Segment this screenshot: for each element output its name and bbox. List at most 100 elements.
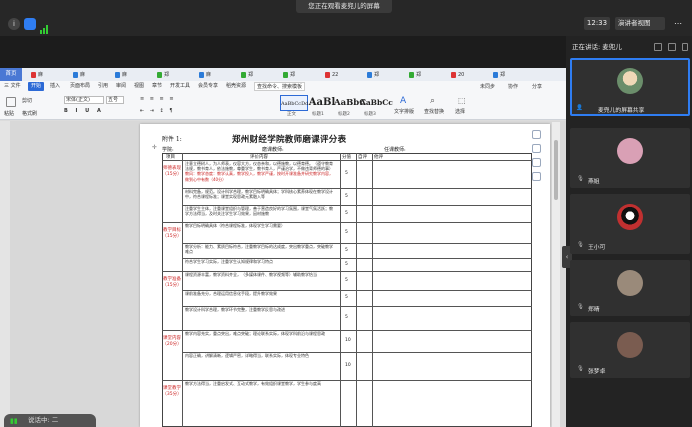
wps-doc-tab[interactable]: 郑 [492,70,532,80]
wps-home-tab[interactable]: 首页 [0,68,22,81]
wps-menu-item[interactable]: 页面布局 [70,82,90,91]
wps-doc-tab[interactable]: 郑 [282,70,322,80]
wps-doc-tab[interactable]: 郑 [240,70,280,80]
select-icon[interactable]: ⬚ [458,96,466,105]
collab-label[interactable]: 协作 [508,83,518,90]
paragraph-buttons[interactable]: ≡ ≡ ≡ ≡ [140,96,176,102]
table-row: 教学目标明确具体（符合课程标准，体现学生学习需要） [185,223,335,242]
layout-icon[interactable] [654,43,662,51]
align-buttons[interactable]: ⇤ ⇥ ↕ ¶ [140,108,175,114]
mic-icon: 🎙 [577,366,584,372]
doc-tab-icon [31,72,36,78]
wps-doc-tab[interactable]: 麻 [114,70,154,80]
doc-tab-icon [493,72,498,78]
wps-doc-tab[interactable]: 20 [450,70,490,80]
wps-menu-item[interactable]: 三 文件 [4,82,21,91]
speaking-mic-icon: ▮▮ [10,417,18,425]
wps-doc-tab[interactable]: 郑 [408,70,448,80]
annex-label: 附件 1: [162,136,182,143]
doc-tab-icon [409,72,414,78]
select-label[interactable]: 选择 [455,108,465,115]
doc-tab-label: 郑 [416,72,422,78]
wps-menu-item[interactable]: 引用 [98,82,108,91]
doc-tab-label: 郑 [248,72,254,78]
table-row: 教学设计科学合理，教学环节完整，注重教学反思与改进 [185,307,335,329]
header-self: 自评 [358,155,367,160]
wps-doc-tab[interactable]: 麻 [30,70,70,80]
header-other: 他评 [374,155,383,160]
style-heading3[interactable]: AaBbCc [360,95,393,111]
wps-menu-item[interactable]: 开始 [28,82,45,91]
wps-doc-tab[interactable]: 22 [324,70,364,80]
participant-name: 燕姐 [588,179,600,185]
info-icon[interactable]: i [8,18,20,30]
speaking-text: 说话中: 二 [28,416,59,424]
shield-icon[interactable] [24,18,36,30]
criteria-text: 教风：教学态度：教学认真，教学投入，教学严谨，按时开课准备并研究教学内容，做到心… [185,171,333,182]
style-h1-label: 标题1 [312,112,324,117]
participant-name: 王小可 [588,245,606,251]
scrollbar-thumb[interactable] [554,140,558,200]
wps-menu-item[interactable]: 查找命令、搜索模板 [254,82,306,91]
side-tool-icon[interactable] [532,158,541,167]
criteria-text: 教学设计科学合理，教学环节完整，注重教学反思与改进 [185,307,285,312]
format-painter-label[interactable]: 格式刷 [22,110,37,117]
style-heading1[interactable]: AaBl [308,95,336,111]
doc-tab-icon [283,72,288,78]
criteria-text: 课前准备充分，合理运用信息化手段，提升教学效果 [185,291,277,296]
left-ruler [0,121,10,427]
doc-tab-label: 郑 [500,72,506,78]
form-title: 郑州财经学院教师磨课评分表 [232,135,347,145]
side-tool-icon[interactable] [532,130,541,139]
meeting-window: i 您正在观看麦兜儿的屏幕 12:33 演讲者视图 ⋯ 首页 粘贴 剪切 格式刷… [0,0,692,427]
criteria-text: 教学方法得当，注重启发式、互动式教学，有效组织课堂教学，学生参与度高 [185,381,321,386]
project-label: 教学准备（15分） [162,277,182,288]
wps-menu-item[interactable]: 会员专享 [198,82,218,91]
criteria-text: 教学分析：能力、素质目标符合，注重教学目标的达成度，突出教学重点，突破教学难点 [185,244,333,255]
share-label[interactable]: 分享 [532,83,542,90]
popout-icon[interactable] [668,43,676,51]
find-replace-icon[interactable]: ⌕ [430,96,435,106]
wps-menu-item[interactable]: 插入 [50,82,60,91]
wps-doc-tab[interactable]: 麻 [198,70,238,80]
font-format-buttons[interactable]: B I U A [64,108,104,114]
wps-menu-item[interactable]: 审阅 [116,82,126,91]
wps-menu-item[interactable]: 视图 [134,82,144,91]
style-normal-label: 正文 [287,112,296,117]
score-value: 5 [345,210,348,216]
doc-tab-label: 22 [332,72,339,78]
avatar [617,204,643,230]
more-icon[interactable]: ⋯ [670,17,686,30]
doc-tab-label: 麻 [38,72,44,78]
side-tool-icon[interactable] [532,144,541,153]
font-select[interactable]: 宋体(正文) [64,96,104,104]
text-layout-icon[interactable]: A [400,96,406,106]
cut-label[interactable]: 剪切 [22,97,32,104]
font-size-select[interactable]: 五号 [106,96,124,104]
criteria-text: 课程资源丰富，教学资料齐全，（多媒体课件、教学视频等）辅助教学恰当 [185,272,317,277]
score-value: 10 [345,338,351,343]
wps-menu-item[interactable]: 稻壳资源 [226,82,246,91]
paste-icon[interactable] [6,97,16,107]
wps-menu-item[interactable]: 章节 [152,82,162,91]
table-row: 教学分析：能力、素质目标符合，注重教学目标的达成度，突出教学重点，突破教学难点 [185,244,335,257]
style-normal[interactable]: AaBbCcDd [280,95,308,111]
text-layout-label[interactable]: 文字排版 [394,108,414,115]
unsync-label[interactable]: 未同步 [480,83,495,90]
view-mode-button[interactable]: 演讲者视图 [615,17,665,30]
find-replace-label[interactable]: 查找替换 [424,108,444,115]
table-handle-icon[interactable]: ✛ [152,144,157,151]
menu-icon[interactable] [682,43,688,51]
wps-menu-item[interactable]: 开发工具 [170,82,190,91]
wps-doc-tab[interactable]: 郑 [366,70,406,80]
mic-icon: 🎙 [577,176,584,182]
wps-doc-tab[interactable]: 麻 [72,70,112,80]
criteria-text: 教学内容充实，重点突出，难点突破；理论联系实际，体现学科前沿与课程思政 [185,331,325,336]
teacher-label: 磨课教师: [262,147,284,153]
score-value: 5 [345,247,348,253]
doc-tab-icon [73,72,78,78]
wps-doc-tab[interactable]: 郑 [156,70,196,80]
paste-label[interactable]: 粘贴 [4,110,14,117]
style-h2-label: 标题2 [338,112,350,117]
side-tool-icon[interactable] [532,172,541,181]
